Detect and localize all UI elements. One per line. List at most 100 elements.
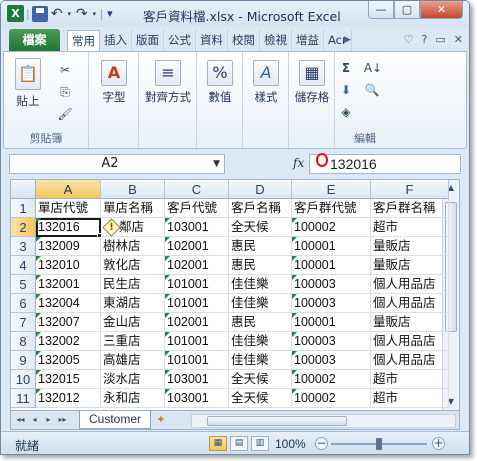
cell-e6[interactable]: 100003	[292, 294, 371, 313]
cells-button[interactable]: ▦ 儲存格	[293, 60, 331, 105]
row-header-2[interactable]: 2	[11, 218, 36, 237]
tab-scroll-right-icon[interactable]: ▶	[341, 31, 354, 49]
redo-dropdown-icon[interactable]: ▾	[91, 6, 98, 22]
cell-d6[interactable]: 佳佳樂	[229, 294, 292, 313]
next-sheet-icon[interactable]: ▸	[42, 413, 55, 427]
row-header-3[interactable]: 3	[11, 237, 36, 256]
cell-b4[interactable]: 敦化店	[101, 256, 165, 275]
tab-review[interactable]: 校閱	[228, 30, 260, 51]
row-header-4[interactable]: 4	[11, 256, 36, 275]
column-header-a[interactable]: A	[36, 180, 101, 199]
cell-b7[interactable]: 金山店	[101, 313, 165, 332]
cell-f4[interactable]: 量販店	[371, 256, 449, 275]
row-header-9[interactable]: 9	[11, 351, 36, 370]
formula-input[interactable]: 132016	[309, 154, 461, 174]
cell-b5[interactable]: 民生店	[101, 275, 165, 294]
tab-view[interactable]: 檢視	[260, 30, 292, 51]
row-header-1[interactable]: 1	[11, 199, 36, 218]
cell-c5[interactable]: 101001	[165, 275, 229, 294]
clear-icon[interactable]: ◈	[337, 104, 355, 120]
cell-e2[interactable]: 100002	[292, 218, 371, 237]
undo-icon[interactable]: ↶	[50, 6, 64, 22]
cell-b11[interactable]: 永和店	[101, 389, 165, 408]
cell-e1[interactable]: 客戶群代號	[292, 199, 371, 218]
select-all-corner[interactable]	[11, 180, 36, 199]
cell-a2[interactable]: 132016	[36, 218, 101, 237]
worksheet-grid[interactable]: ▲ ▼ A B C D E F 1 單店代號 單店名稱 客戶代號 客戶名稱 客戶群代號 客戶群名稱 2 13…	[10, 179, 460, 411]
column-header-f[interactable]: F	[371, 180, 449, 199]
cell-d8[interactable]: 佳佳樂	[229, 332, 292, 351]
cell-f7[interactable]: 量販店	[371, 313, 449, 332]
cell-a4[interactable]: 132010	[36, 256, 101, 275]
tab-data[interactable]: 資料	[196, 30, 228, 51]
tab-home[interactable]: 常用	[67, 30, 100, 51]
cell-d9[interactable]: 佳佳樂	[229, 351, 292, 370]
cell-e3[interactable]: 100001	[292, 237, 371, 256]
row-header-7[interactable]: 7	[11, 313, 36, 332]
tab-page-layout[interactable]: 版面	[132, 30, 164, 51]
cell-d2[interactable]: 全天候	[229, 218, 292, 237]
horizontal-scrollbar[interactable]	[191, 414, 456, 428]
cell-c4[interactable]: 102001	[165, 256, 229, 275]
styles-button[interactable]: A 樣式	[249, 60, 283, 105]
cell-f3[interactable]: 量販店	[371, 237, 449, 256]
minimize-ribbon-icon[interactable]: ♡	[404, 33, 414, 46]
horizontal-scroll-thumb[interactable]	[207, 416, 347, 426]
cell-f1[interactable]: 客戶群名稱	[371, 199, 449, 218]
cell-c3[interactable]: 102001	[165, 237, 229, 256]
zoom-slider-thumb[interactable]	[376, 438, 382, 450]
sort-filter-icon[interactable]: A↓	[361, 60, 385, 76]
cell-b1[interactable]: 單店名稱	[101, 199, 165, 218]
cell-c2[interactable]: 103001	[165, 218, 229, 237]
zoom-out-button[interactable]: −	[315, 437, 328, 450]
number-button[interactable]: % 數值	[203, 60, 237, 105]
workbook-restore-icon[interactable]: ▭	[435, 33, 445, 46]
page-break-view-icon[interactable]: ▥	[251, 436, 269, 451]
cell-e11[interactable]: 100002	[292, 389, 371, 408]
page-layout-view-icon[interactable]: ▤	[230, 436, 248, 451]
customize-qat-icon[interactable]: ▾	[105, 6, 114, 22]
fill-handle[interactable]	[97, 233, 102, 238]
sheet-tab-customer[interactable]: Customer	[79, 411, 152, 429]
first-sheet-icon[interactable]: ◂◂	[14, 413, 27, 427]
cell-a3[interactable]: 132009	[36, 237, 101, 256]
cell-f5[interactable]: 個人用品店	[371, 275, 449, 294]
excel-logo-icon[interactable]: X	[7, 5, 24, 22]
normal-view-icon[interactable]: ▦	[209, 436, 227, 451]
cell-a7[interactable]: 132007	[36, 313, 101, 332]
save-icon[interactable]	[31, 5, 48, 22]
cell-b10[interactable]: 淡水店	[101, 370, 165, 389]
cell-b6[interactable]: 東湖店	[101, 294, 165, 313]
cell-f10[interactable]: 超市	[371, 370, 449, 389]
cell-c9[interactable]: 101001	[165, 351, 229, 370]
insert-sheet-icon[interactable]: ✦	[154, 413, 168, 426]
cell-e5[interactable]: 100003	[292, 275, 371, 294]
row-header-6[interactable]: 6	[11, 294, 36, 313]
cell-e7[interactable]: 100001	[292, 313, 371, 332]
alignment-button[interactable]: ≡ 對齊方式	[141, 60, 195, 105]
column-header-d[interactable]: D	[229, 180, 292, 199]
cell-a10[interactable]: 132015	[36, 370, 101, 389]
cell-b3[interactable]: 樹林店	[101, 237, 165, 256]
cell-a8[interactable]: 132002	[36, 332, 101, 351]
paste-button[interactable]: 📋 貼上	[12, 58, 44, 109]
column-header-b[interactable]: B	[101, 180, 165, 199]
cell-a5[interactable]: 132001	[36, 275, 101, 294]
cell-d3[interactable]: 惠民	[229, 237, 292, 256]
restore-button[interactable]: ▢	[394, 1, 420, 19]
column-header-e[interactable]: E	[292, 180, 371, 199]
cell-e4[interactable]: 100001	[292, 256, 371, 275]
row-header-11[interactable]: 11	[11, 389, 36, 408]
name-box-dropdown-icon[interactable]: ▼	[213, 155, 220, 173]
copy-icon[interactable]: ⎘	[56, 84, 74, 100]
cell-d5[interactable]: 佳佳樂	[229, 275, 292, 294]
tab-file[interactable]: 檔案	[9, 29, 60, 51]
prev-sheet-icon[interactable]: ◂	[28, 413, 41, 427]
close-button[interactable]: ✕	[420, 1, 463, 19]
tab-insert[interactable]: 插入	[100, 30, 132, 51]
cell-d4[interactable]: 惠民	[229, 256, 292, 275]
zoom-level[interactable]: 100%	[275, 437, 306, 451]
cell-f11[interactable]: 超市	[371, 389, 449, 408]
cell-c8[interactable]: 101001	[165, 332, 229, 351]
cell-b9[interactable]: 高雄店	[101, 351, 165, 370]
